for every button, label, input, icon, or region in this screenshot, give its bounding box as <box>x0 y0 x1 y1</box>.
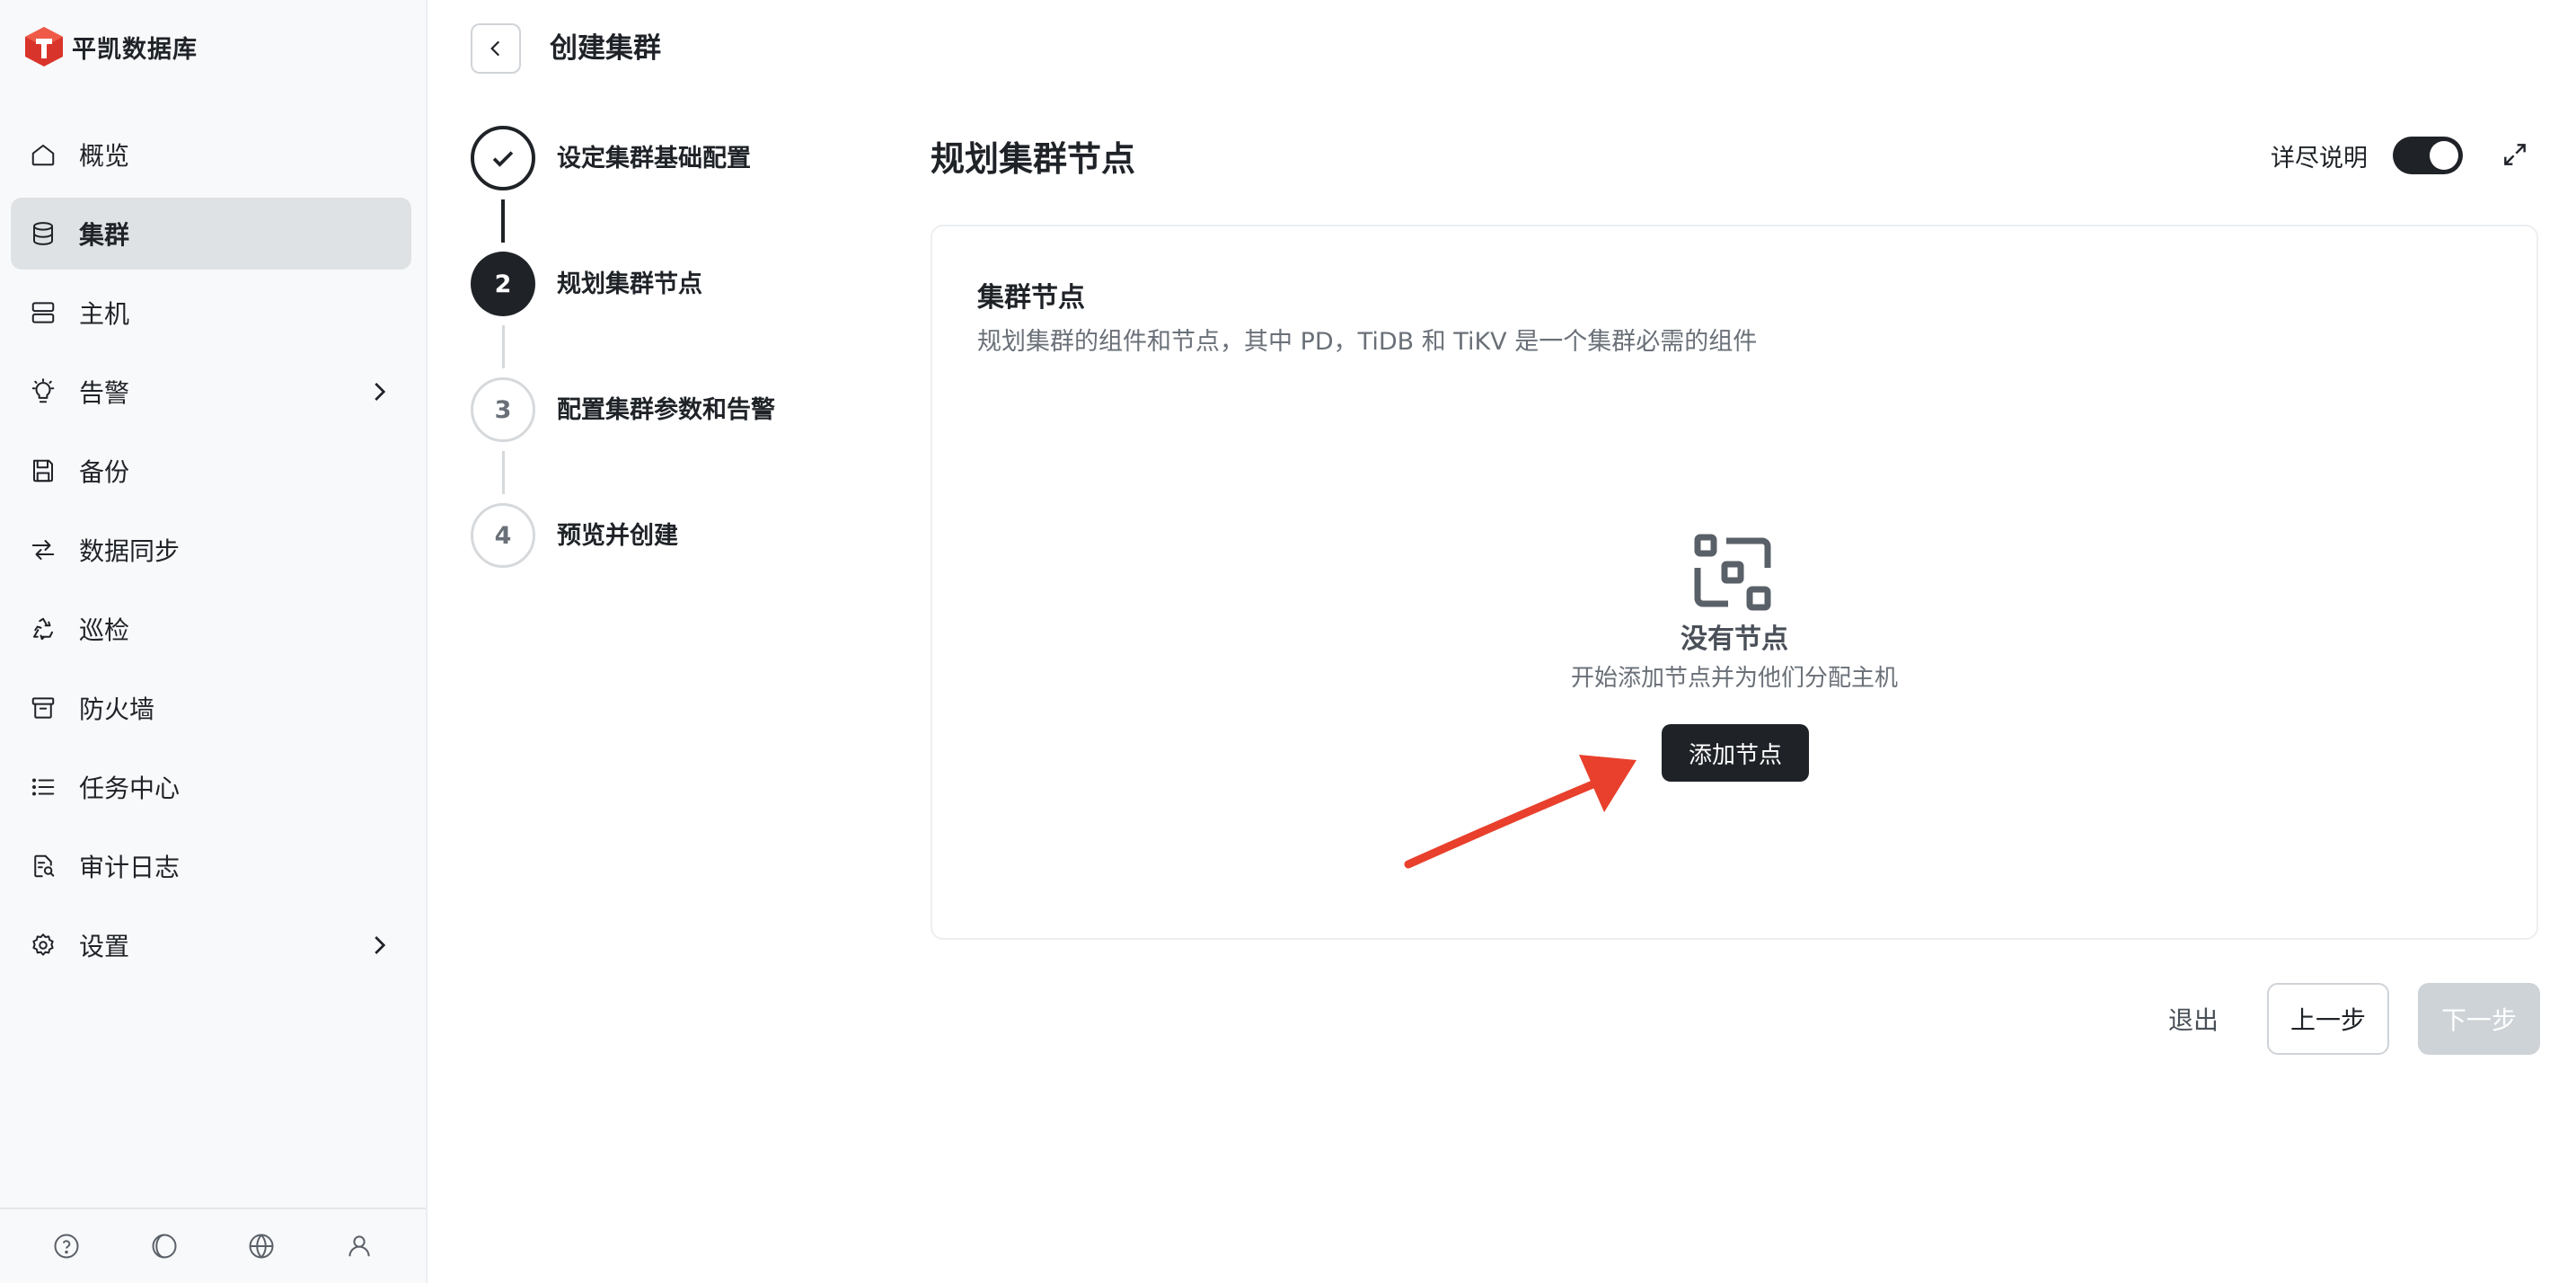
gear-icon <box>27 929 59 961</box>
chevron-left-icon <box>490 40 500 57</box>
sync-icon <box>27 534 59 566</box>
bulb-icon <box>27 376 59 408</box>
sidebar-item-firewall[interactable]: 防火墙 <box>11 672 411 744</box>
step-4-label: 预览并创建 <box>557 522 678 550</box>
sidebar-item-label: 数据同步 <box>79 536 181 566</box>
step-4-indicator: 4 <box>471 503 535 568</box>
expand-icon <box>2504 144 2526 165</box>
card-description: 规划集群的组件和节点，其中 PD，TiDB 和 TiKV 是一个集群必需的组件 <box>977 328 1758 356</box>
section-title: 规划集群节点 <box>931 139 1136 179</box>
app-root: 平凯数据库 概览集群主机告警备份数据同步巡检防火墙任务中心审计日志设置 创建集群 <box>0 0 2576 1283</box>
help-icon[interactable] <box>49 1228 84 1264</box>
empty-title: 没有节点 <box>1681 624 1788 655</box>
empty-description: 开始添加节点并为他们分配主机 <box>1570 665 1898 692</box>
expand-button[interactable] <box>2497 137 2533 173</box>
sidebar-item-label: 任务中心 <box>79 774 181 803</box>
sidebar-item-data-sync[interactable]: 数据同步 <box>11 514 411 586</box>
sidebar-item-overview[interactable]: 概览 <box>11 119 411 190</box>
sidebar-item-label: 设置 <box>79 932 130 961</box>
sidebar-item-audit-log[interactable]: 审计日志 <box>11 830 411 902</box>
cluster-nodes-card: 集群节点 规划集群的组件和节点，其中 PD，TiDB 和 TiKV 是一个集群必… <box>931 225 2538 940</box>
toggle-knob <box>2430 141 2458 170</box>
step-4[interactable]: 4 预览并创建 <box>471 503 866 629</box>
next-step-button[interactable]: 下一步 <box>2418 983 2540 1055</box>
chevron-right-icon <box>363 929 395 961</box>
archive-icon <box>27 692 59 724</box>
sidebar-item-label: 防火墙 <box>79 695 155 724</box>
card-title: 集群节点 <box>977 282 1085 314</box>
server-icon <box>27 296 59 329</box>
sidebar: 平凯数据库 概览集群主机告警备份数据同步巡检防火墙任务中心审计日志设置 <box>0 0 428 1283</box>
sidebar-item-label: 告警 <box>79 378 130 408</box>
exit-button[interactable]: 退出 <box>2148 985 2238 1053</box>
save-icon <box>27 455 59 487</box>
step-1-label: 设定集群基础配置 <box>557 145 751 173</box>
page-title: 创建集群 <box>550 32 661 65</box>
sidebar-item-backup[interactable]: 备份 <box>11 435 411 507</box>
step-2-label: 规划集群节点 <box>557 270 702 298</box>
sidebar-item-settings[interactable]: 设置 <box>11 909 411 981</box>
user-icon[interactable] <box>341 1228 377 1264</box>
logo[interactable]: 平凯数据库 <box>23 25 198 68</box>
step-1[interactable]: 设定集群基础配置 <box>471 126 866 252</box>
detail-toggle[interactable] <box>2393 137 2463 174</box>
detail-toggle-label: 详尽说明 <box>2271 145 2368 173</box>
step-1-indicator <box>471 126 535 190</box>
database-icon <box>27 217 59 250</box>
add-node-button[interactable]: 添加节点 <box>1662 724 1809 782</box>
step-3[interactable]: 3 配置集群参数和告警 <box>471 377 866 503</box>
stepper: 设定集群基础配置 2 规划集群节点 3 配置集群参数和告警 4 预览并创建 <box>471 126 866 629</box>
sidebar-item-task-center[interactable]: 任务中心 <box>11 751 411 823</box>
step-3-label: 配置集群参数和告警 <box>557 396 775 424</box>
list-icon <box>27 771 59 803</box>
sidebar-item-label: 巡检 <box>79 615 130 645</box>
sidebar-item-label: 备份 <box>79 457 130 487</box>
sidebar-item-hosts[interactable]: 主机 <box>11 277 411 349</box>
chevron-right-icon <box>363 376 395 408</box>
step-2-indicator: 2 <box>471 252 535 316</box>
check-icon <box>492 151 514 167</box>
step-connector <box>501 199 505 243</box>
logo-icon <box>25 27 63 66</box>
file-search-icon <box>27 850 59 882</box>
step-2[interactable]: 2 规划集群节点 <box>471 252 866 377</box>
sidebar-item-label: 概览 <box>79 141 130 171</box>
sidebar-item-label: 集群 <box>79 220 130 250</box>
theme-icon[interactable] <box>146 1228 182 1264</box>
step-connector <box>502 325 505 368</box>
sidebar-item-alerts[interactable]: 告警 <box>11 356 411 428</box>
sidebar-item-inspection[interactable]: 巡检 <box>11 593 411 665</box>
step-connector <box>502 451 505 494</box>
back-button[interactable] <box>471 23 521 74</box>
empty-nodes-icon <box>1694 534 1771 611</box>
sidebar-nav: 概览集群主机告警备份数据同步巡检防火墙任务中心审计日志设置 <box>11 119 411 988</box>
step-3-indicator: 3 <box>471 377 535 442</box>
previous-step-button[interactable]: 上一步 <box>2267 983 2389 1055</box>
sidebar-item-label: 审计日志 <box>79 853 181 882</box>
sidebar-item-clusters[interactable]: 集群 <box>11 198 411 270</box>
app-name: 平凯数据库 <box>72 35 198 64</box>
sidebar-footer <box>0 1208 426 1283</box>
recycle-icon <box>27 613 59 645</box>
home-icon <box>27 138 59 171</box>
globe-icon[interactable] <box>243 1228 279 1264</box>
sidebar-item-label: 主机 <box>79 299 130 329</box>
